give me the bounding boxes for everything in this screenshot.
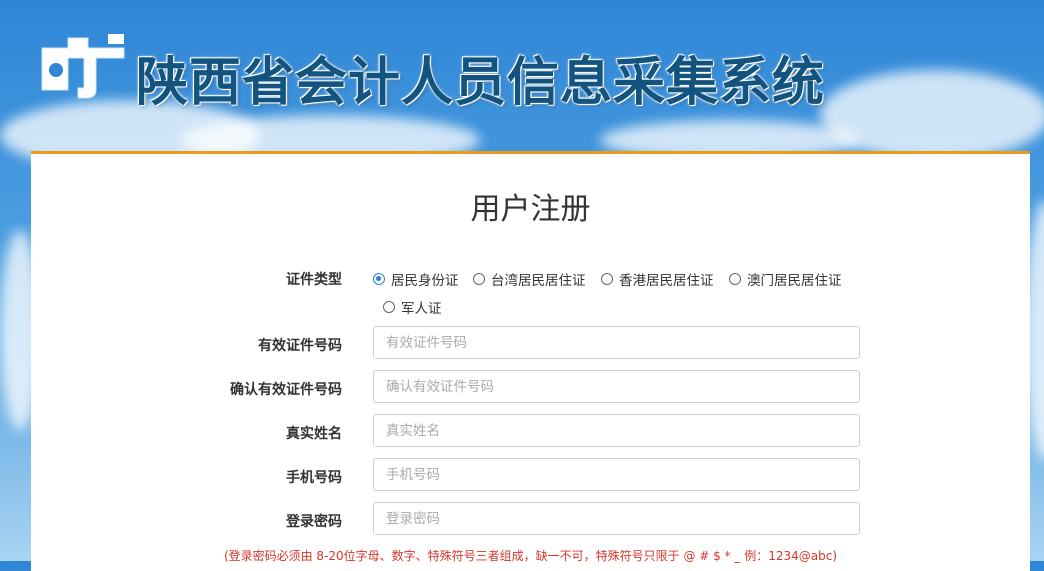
real-name-label: 真实姓名 (286, 426, 342, 442)
radio-checked-icon (373, 273, 385, 285)
radio-unchecked-icon (473, 273, 485, 285)
password-label: 登录密码 (286, 514, 342, 530)
radio-label: 台湾居民居住证 (491, 273, 586, 289)
page-title: 用户注册 (470, 192, 591, 227)
id-number-confirm-input[interactable] (373, 370, 860, 403)
id-type-label: 证件类型 (286, 272, 342, 288)
id-type-radio-hongkong-residence[interactable]: 香港居民居住证 (601, 269, 714, 289)
id-type-radio-military-id[interactable]: 军人证 (383, 297, 442, 317)
provincial-accounting-logo-icon (41, 34, 125, 99)
site-header: 陕西省会计人员信息采集系统 (0, 0, 1044, 152)
radio-label: 澳门居民居住证 (747, 273, 842, 289)
registration-panel: 用户注册 证件类型 居民身份证 台湾居民居住证 香港居民居住证 澳门居民居住证 … (31, 151, 1030, 571)
radio-label: 军人证 (401, 301, 442, 317)
phone-input[interactable] (373, 458, 860, 491)
password-input[interactable] (373, 502, 860, 535)
phone-label: 手机号码 (286, 470, 342, 486)
id-type-radio-taiwan-residence[interactable]: 台湾居民居住证 (473, 269, 586, 289)
id-number-input[interactable] (373, 326, 860, 359)
radio-unchecked-icon (729, 273, 741, 285)
radio-label: 香港居民居住证 (619, 273, 714, 289)
real-name-input[interactable] (373, 414, 860, 447)
id-type-radio-resident-id[interactable]: 居民身份证 (373, 269, 459, 289)
id-number-confirm-label: 确认有效证件号码 (230, 382, 342, 398)
id-number-label: 有效证件号码 (258, 338, 342, 354)
id-type-radio-macau-residence[interactable]: 澳门居民居住证 (729, 269, 842, 289)
radio-unchecked-icon (383, 301, 395, 313)
radio-unchecked-icon (601, 273, 613, 285)
password-rule-hint: (登录密码必须由 8-20位字母、数字、特殊符号三者组成，缺一不可，特殊符号只限… (223, 549, 838, 563)
radio-label: 居民身份证 (391, 273, 459, 289)
site-title: 陕西省会计人员信息采集系统 (136, 53, 826, 113)
